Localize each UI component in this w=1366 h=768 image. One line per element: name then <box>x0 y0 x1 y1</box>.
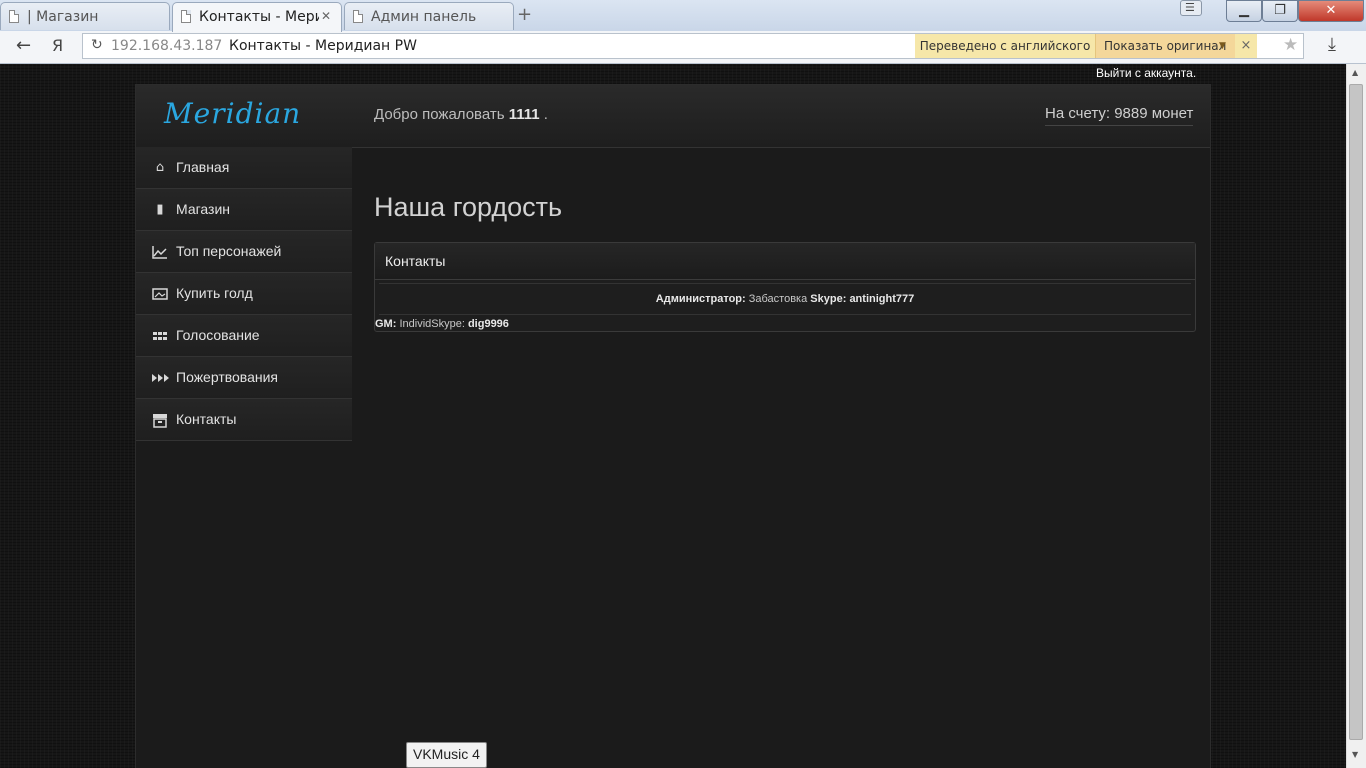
sidebar-item-donations[interactable]: Пожертвования <box>136 357 352 399</box>
sidebar-item-voting[interactable]: Голосование <box>136 315 352 357</box>
tab-close-icon[interactable]: ✕ <box>321 9 331 23</box>
home-icon: ⌂ <box>155 160 165 175</box>
page-icon <box>9 10 19 23</box>
scroll-up-arrow-icon[interactable]: ▲ <box>1352 68 1358 77</box>
sidebar-item-contacts[interactable]: Контакты <box>136 399 352 441</box>
address-bar[interactable]: ↻ 192.168.43.187 Контакты - Меридиан PW … <box>82 33 1304 59</box>
reload-icon[interactable]: ↻ <box>91 37 103 53</box>
tab-shop[interactable]: | Магазин <box>0 2 170 30</box>
admin-contact-row: Администратор: Забастовка Skype: antinig… <box>379 283 1191 315</box>
sidebar-item-buy-gold[interactable]: Купить голд <box>136 273 352 315</box>
welcome-suffix: . <box>543 106 548 123</box>
sidebar-item-top-characters[interactable]: Топ персонажей <box>136 231 352 273</box>
gm-name: Individ <box>399 318 432 330</box>
browser-chrome: | Магазин Контакты - Мериди ✕ Админ пане… <box>0 0 1366 64</box>
grid-icon <box>152 328 168 344</box>
translate-close-button[interactable]: × <box>1235 34 1257 58</box>
sidebar-item-home[interactable]: ⌂ Главная <box>136 147 352 189</box>
admin-name: Забастовка <box>748 293 808 305</box>
sidebar-item-label: Контакты <box>176 411 237 427</box>
gm-contact-row: GM: IndividSkype: dig9996 <box>375 318 509 330</box>
welcome-text: Добро пожаловать 1111 . <box>374 106 548 123</box>
page-icon <box>353 10 363 23</box>
sidebar-item-label: Пожертвования <box>176 369 278 385</box>
tab-contacts[interactable]: Контакты - Мериди ✕ <box>172 2 342 32</box>
gm-role-label: GM: <box>375 318 397 330</box>
tab-title: Админ панель <box>371 9 477 25</box>
sidebar-nav: ⌂ Главная ▮ Магазин Топ персонажей Купит… <box>136 147 352 441</box>
panel-header: Контакты <box>375 243 1195 280</box>
vkmusic-tooltip: VKMusic 4 <box>406 742 487 768</box>
tab-admin-panel[interactable]: Админ панель <box>344 2 514 30</box>
scroll-down-arrow-icon[interactable]: ▼ <box>1352 750 1358 759</box>
new-tab-button[interactable]: + <box>517 4 532 25</box>
account-balance: На счету: 9889 монет <box>1045 105 1194 126</box>
tab-title: Контакты - Мериди <box>199 9 319 25</box>
admin-skype: antinight777 <box>849 293 915 305</box>
forward-icon <box>152 370 169 386</box>
tab-title: | Магазин <box>27 9 99 25</box>
yandex-icon[interactable]: Я <box>52 36 63 55</box>
sidebar-item-shop[interactable]: ▮ Магазин <box>136 189 352 231</box>
minimize-button[interactable]: ▁ <box>1226 0 1262 22</box>
page-scrollbar[interactable]: ▲ ▼ <box>1346 64 1366 768</box>
admin-skype-label: Skype: <box>810 293 847 305</box>
book-icon: ▮ <box>156 202 164 217</box>
contacts-panel: Контакты Администратор: Забастовка Skype… <box>374 242 1196 332</box>
site-header: Meridian Добро пожаловать 1111 . На счет… <box>136 85 1210 148</box>
dropdown-arrow-icon[interactable]: ▼ <box>1219 34 1226 58</box>
translated-notice: Переведено с английского <box>915 34 1095 58</box>
picture-icon <box>152 286 168 302</box>
site-logo[interactable]: Meridian <box>164 97 301 130</box>
gm-skype: dig9996 <box>467 318 509 330</box>
sidebar-item-label: Голосование <box>176 327 260 343</box>
sidebar-item-label: Топ персонажей <box>176 243 282 259</box>
welcome-prefix: Добро пожаловать <box>374 106 505 123</box>
sidebar-item-label: Главная <box>176 159 230 175</box>
panel-title: Контакты <box>385 253 446 269</box>
tab-strip: | Магазин Контакты - Мериди ✕ Админ пане… <box>0 0 1366 32</box>
page-icon <box>181 10 191 23</box>
site-container: Meridian Добро пожаловать 1111 . На счет… <box>135 84 1211 768</box>
admin-role-label: Администратор: <box>655 293 746 305</box>
sidebar-item-label: Купить голд <box>176 285 253 301</box>
maximize-button[interactable]: ❐ <box>1262 0 1298 22</box>
bookmark-star-icon[interactable]: ★ <box>1283 35 1298 55</box>
url-host: 192.168.43.187 <box>111 38 223 54</box>
sidebar-item-label: Магазин <box>176 201 231 217</box>
gm-skype-label: Skype: <box>431 318 465 330</box>
window-menu-icon[interactable] <box>1180 0 1202 16</box>
page-title: Наша гордость <box>374 192 563 222</box>
chart-icon <box>152 244 168 260</box>
show-original-label: Показать оригинал <box>1104 39 1227 53</box>
show-original-button[interactable]: Показать оригинал <box>1095 34 1235 58</box>
url-page-title: Контакты - Меридиан PW <box>229 38 417 54</box>
close-window-button[interactable]: ✕ <box>1298 0 1364 22</box>
scrollbar-thumb[interactable] <box>1349 84 1363 740</box>
logout-link[interactable]: Выйти с аккаунта. <box>1096 66 1196 80</box>
page-viewport: Выйти с аккаунта. Meridian Добро пожалов… <box>0 64 1346 768</box>
browser-toolbar: ← Я ↻ 192.168.43.187 Контакты - Меридиан… <box>0 31 1366 64</box>
back-arrow-icon[interactable]: ← <box>16 35 31 56</box>
download-icon[interactable]: ⤓ <box>1328 34 1336 55</box>
archive-icon <box>152 412 168 428</box>
welcome-username: 1111 <box>508 106 540 123</box>
